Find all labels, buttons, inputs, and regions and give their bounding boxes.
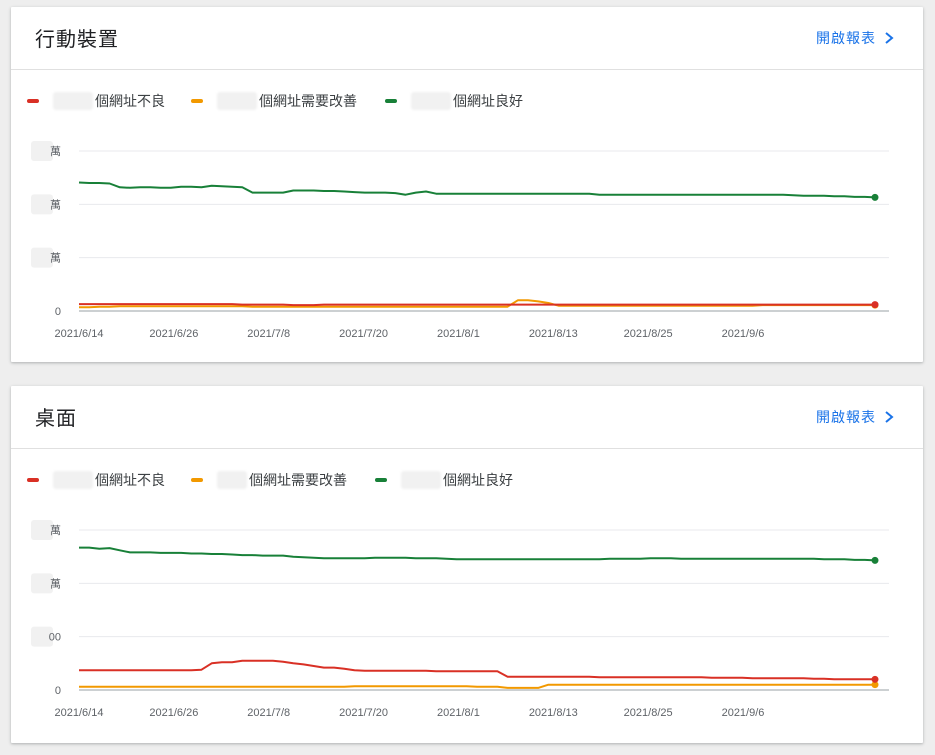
legend-label-needs-improvement: 個網址需要改善 — [259, 93, 357, 109]
y-tick-label: 00 — [49, 632, 61, 644]
legend-swatch-good — [375, 478, 387, 482]
redacted-count — [217, 471, 247, 489]
x-tick-label: 2021/8/25 — [624, 328, 673, 340]
legend-label-needs-improvement: 個網址需要改善 — [249, 472, 347, 488]
mobile-card: 行動裝置 開啟報表 個網址不良 個網址需要改善 個網址良好 萬萬萬 0 2021/6… — [11, 7, 923, 362]
legend-swatch-good — [385, 99, 397, 103]
y-tick-label: 萬 — [50, 252, 61, 265]
x-tick-label: 2021/9/6 — [722, 328, 765, 340]
legend-label-poor: 個網址不良 — [95, 93, 165, 109]
x-tick-label: 2021/6/26 — [149, 707, 198, 719]
legend-item-poor[interactable]: 個網址不良 — [27, 470, 165, 490]
line-chart: 萬萬萬02021/6/14 2021/6/26 2021/7/8 2021/7/20 2… — [31, 141, 889, 340]
open-report-label: 開啟報表 — [816, 409, 876, 425]
redacted-count — [53, 471, 93, 489]
legend-item-needs-improvement[interactable]: 個網址需要改善 — [191, 91, 357, 111]
legend-item-poor[interactable]: 個網址不良 — [27, 91, 165, 111]
card-title: 桌面 — [35, 408, 77, 430]
chevron-right-icon — [885, 411, 894, 423]
redacted-count — [411, 92, 451, 110]
series-line — [79, 303, 875, 307]
legend-label-good: 個網址良好 — [453, 93, 523, 109]
series-line — [79, 546, 876, 562]
x-tick-label: 2021/7/20 — [339, 707, 388, 719]
y-tick-label: 萬 — [50, 577, 61, 590]
series-end-point — [871, 301, 879, 309]
legend-item-good[interactable]: 個網址良好 — [375, 470, 513, 490]
y-tick-label: 萬 — [50, 198, 61, 211]
series-line — [79, 683, 875, 689]
card-header: 桌面 開啟報表 — [11, 386, 923, 449]
series-end-point — [871, 675, 879, 683]
legend-swatch-poor — [27, 478, 39, 482]
series-line — [78, 181, 876, 199]
legend-swatch-needs-improvement — [191, 478, 203, 482]
legend-swatch-poor — [27, 99, 39, 103]
legend-item-good[interactable]: 個網址良好 — [385, 91, 523, 111]
redacted-count — [217, 92, 257, 110]
x-tick-label: 2021/8/13 — [529, 328, 578, 340]
legend-item-needs-improvement[interactable]: 個網址需要改善 — [191, 470, 347, 490]
desktop-card: 桌面 開啟報表 個網址不良 個網址需要改善 個網址良好 萬萬 00 0 2021/6/… — [11, 386, 923, 743]
y-tick-label: 萬 — [50, 145, 61, 158]
x-tick-label: 2021/6/26 — [149, 328, 198, 340]
x-tick-label: 2021/7/20 — [339, 328, 388, 340]
series-end-point — [871, 556, 879, 564]
redacted-count — [53, 92, 93, 110]
card-title: 行動裝置 — [35, 29, 119, 51]
x-tick-label: 2021/9/6 — [722, 707, 765, 719]
y-tick-label: 0 — [55, 306, 61, 318]
card-header: 行動裝置 開啟報表 — [11, 7, 923, 70]
y-tick-label: 0 — [55, 685, 61, 697]
x-tick-label: 2021/6/14 — [55, 328, 104, 340]
legend-swatch-needs-improvement — [191, 99, 203, 103]
x-tick-label: 2021/8/1 — [437, 707, 480, 719]
x-tick-label: 2021/8/1 — [437, 328, 480, 340]
open-report-label: 開啟報表 — [816, 30, 876, 46]
open-report-link[interactable]: 開啟報表 — [816, 407, 895, 427]
legend-label-poor: 個網址不良 — [95, 472, 165, 488]
x-tick-label: 2021/7/8 — [247, 707, 290, 719]
series-line — [79, 659, 875, 681]
legend-label-good: 個網址良好 — [443, 472, 513, 488]
x-tick-label: 2021/8/13 — [529, 707, 578, 719]
redacted-count — [401, 471, 441, 489]
open-report-link[interactable]: 開啟報表 — [816, 28, 895, 48]
x-tick-label: 2021/8/25 — [624, 707, 673, 719]
series-end-point — [871, 193, 879, 201]
y-tick-label: 萬 — [50, 524, 61, 537]
line-chart: 萬萬0002021/6/14 2021/6/26 2021/7/8 2021/7/20… — [31, 520, 889, 719]
x-tick-label: 2021/7/8 — [247, 328, 290, 340]
chevron-right-icon — [885, 32, 894, 44]
x-tick-label: 2021/6/14 — [55, 707, 104, 719]
